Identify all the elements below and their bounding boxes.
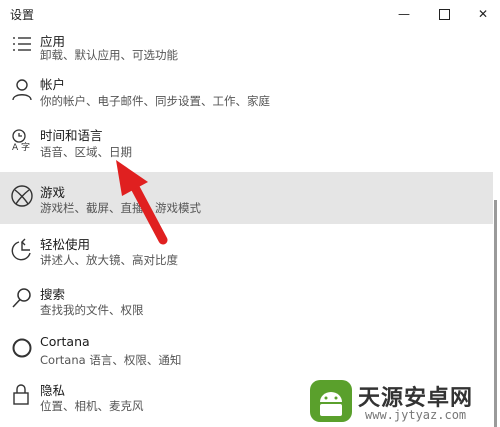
settings-item-desc: Cortana 语言、权限、通知 <box>40 353 182 367</box>
minimize-icon: — <box>398 7 410 21</box>
settings-item-time-language[interactable]: A 字 时间和语言 语音、区域、日期 <box>0 121 493 172</box>
watermark-url: www.jytyaz.com <box>365 408 467 422</box>
window-title: 设置 <box>10 8 35 22</box>
settings-item-label: 帐户 <box>40 77 66 92</box>
settings-item-label: 游戏 <box>40 185 66 200</box>
settings-item-desc: 讲述人、放大镜、高对比度 <box>40 253 178 267</box>
settings-item-apps[interactable]: 应用 卸载、默认应用、可选功能 <box>0 28 493 70</box>
close-button[interactable]: ✕ <box>464 0 500 28</box>
settings-item-cortana[interactable]: Cortana Cortana 语言、权限、通知 <box>0 326 493 374</box>
settings-item-gaming[interactable]: 游戏 游戏栏、截屏、直播、游戏模式 <box>0 172 493 224</box>
settings-item-search[interactable]: 搜索 查找我的文件、权限 <box>0 276 493 326</box>
settings-item-desc: 你的帐户、电子邮件、同步设置、工作、家庭 <box>40 94 270 108</box>
settings-item-label: 搜索 <box>40 287 66 302</box>
settings-item-desc: 卸载、默认应用、可选功能 <box>40 48 178 62</box>
cortana-icon <box>12 338 32 358</box>
close-icon: ✕ <box>477 7 489 21</box>
android-logo-icon <box>310 380 352 422</box>
settings-item-desc: 游戏栏、截屏、直播、游戏模式 <box>40 201 201 215</box>
maximize-icon <box>438 8 450 20</box>
minimize-button[interactable]: — <box>385 0 423 28</box>
settings-item-label: 隐私 <box>40 383 66 398</box>
ease-of-access-icon <box>11 238 31 261</box>
apps-list-icon <box>13 37 31 51</box>
settings-item-desc: 语音、区域、日期 <box>40 145 132 159</box>
xbox-icon <box>11 185 33 207</box>
svg-text:A: A <box>12 143 19 152</box>
time-language-icon: A 字 <box>12 129 30 152</box>
settings-item-desc: 查找我的文件、权限 <box>40 303 144 317</box>
settings-item-accounts[interactable]: 帐户 你的帐户、电子邮件、同步设置、工作、家庭 <box>0 70 493 121</box>
title-bar: 设置 — ✕ <box>0 0 500 28</box>
lock-icon <box>13 384 29 405</box>
settings-category-list: 应用 卸载、默认应用、可选功能 帐户 你的帐户、电子邮件、同步设置、工作、家庭 … <box>0 28 493 424</box>
person-icon <box>12 79 32 101</box>
search-icon <box>12 288 31 308</box>
watermark: 天源安卓网 www.jytyaz.com <box>305 374 500 427</box>
settings-item-label: Cortana <box>40 334 90 349</box>
settings-item-label: 时间和语言 <box>40 128 103 143</box>
settings-item-label: 轻松使用 <box>40 237 91 252</box>
svg-text:字: 字 <box>21 141 30 152</box>
settings-item-desc: 位置、相机、麦克风 <box>40 399 144 413</box>
maximize-button[interactable] <box>425 0 463 28</box>
settings-item-ease-of-access[interactable]: 轻松使用 讲述人、放大镜、高对比度 <box>0 224 493 276</box>
